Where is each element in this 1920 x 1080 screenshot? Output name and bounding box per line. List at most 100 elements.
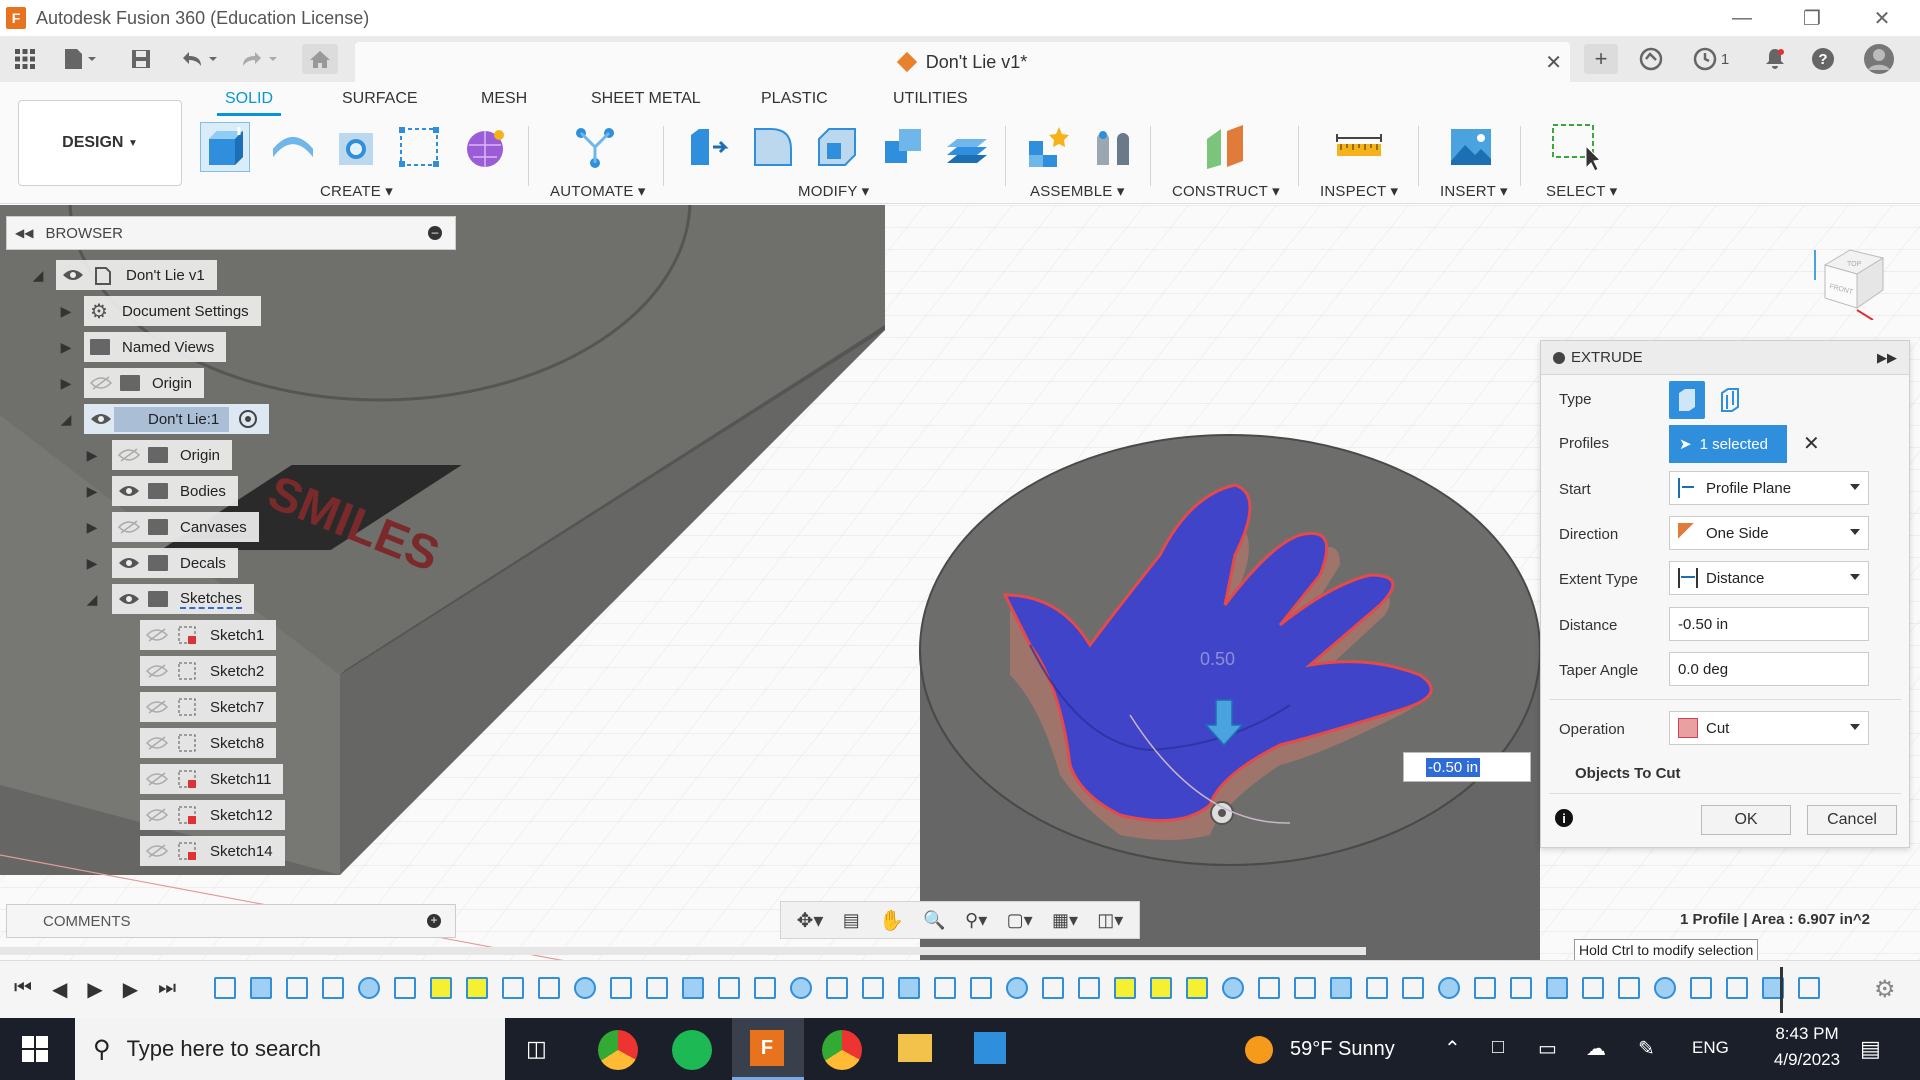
redo-icon[interactable] [236, 44, 282, 74]
viewport-scrollbar[interactable] [0, 947, 1366, 955]
timeline-feature-icon[interactable] [1582, 977, 1604, 999]
taper-angle-field[interactable]: 0.0 deg [1669, 652, 1869, 686]
add-comment-icon[interactable]: + [427, 914, 441, 928]
timeline-feature-icon[interactable] [682, 977, 704, 999]
automate-tool-icon[interactable] [570, 122, 620, 172]
expand-dialog-icon[interactable]: ▶▶ [1877, 350, 1897, 366]
undo-icon[interactable] [176, 44, 222, 74]
fillet-tool-icon[interactable] [748, 122, 798, 172]
timeline-feature-icon[interactable] [1402, 977, 1424, 999]
tab-solid[interactable]: SOLID [216, 90, 282, 116]
taskbar-search[interactable]: ⚲ Type here to search [75, 1018, 505, 1080]
dialog-collapse-icon[interactable] [1553, 351, 1565, 364]
timeline-feature-icon[interactable] [1798, 977, 1820, 999]
timeline-marker[interactable] [1780, 967, 1783, 1013]
shell-tool-icon[interactable] [812, 122, 862, 172]
hole-tool-icon[interactable] [332, 122, 382, 172]
timeline-feature-icon[interactable] [1510, 977, 1532, 999]
fusion-taskbar-active[interactable]: F [732, 1018, 804, 1080]
browser-header[interactable]: ◀◀ BROWSER – [6, 216, 456, 250]
document-tab[interactable]: Don't Lie v1* ✕ [355, 42, 1570, 82]
tab-sheet-metal[interactable]: SHEET METAL [591, 90, 701, 108]
tray-app-icon[interactable]: □ [1492, 1036, 1504, 1059]
timeline-feature-icon[interactable] [754, 977, 776, 999]
extensions-icon[interactable] [1634, 44, 1668, 74]
extrude-header[interactable]: EXTRUDE ▶▶ [1541, 341, 1909, 375]
timeline-feature-icon[interactable] [1618, 977, 1640, 999]
select-window-tool-icon[interactable] [1550, 122, 1600, 172]
type-extrude-button[interactable] [1669, 381, 1705, 419]
direction-dropdown[interactable]: One Side [1669, 516, 1869, 550]
group-select[interactable]: SELECT ▾ [1546, 182, 1617, 200]
timeline-feature-icon[interactable] [466, 977, 488, 999]
timeline-feature-icon[interactable] [646, 977, 668, 999]
sketch-row[interactable]: Sketch1 [140, 620, 277, 650]
timeline-feature-icon[interactable] [718, 977, 740, 999]
notification-center-icon[interactable]: ▤ [1860, 1036, 1881, 1062]
cancel-button[interactable]: Cancel [1807, 805, 1897, 835]
timeline-feature-icon[interactable] [1114, 977, 1136, 999]
ok-button[interactable]: OK [1701, 805, 1791, 835]
job-status-icon[interactable]: 1 [1686, 44, 1736, 74]
timeline-feature-icon[interactable] [358, 977, 380, 999]
tree-sketches[interactable]: ◢ Sketches [84, 584, 254, 614]
viewcube[interactable]: TOP FRONT [1805, 230, 1895, 321]
windows-start-icon[interactable] [22, 1036, 48, 1062]
start-dropdown[interactable]: Profile Plane [1669, 471, 1869, 505]
tree-canvases[interactable]: ▶ Canvases [84, 512, 259, 542]
timeline-feature-icon[interactable] [934, 977, 956, 999]
combine-tool-icon[interactable] [878, 122, 928, 172]
minimize-button[interactable]: — [1712, 0, 1772, 36]
sketch-row[interactable]: Sketch7 [140, 692, 277, 722]
timeline-feature-icon[interactable] [610, 977, 632, 999]
battery-icon[interactable]: ▭ [1538, 1036, 1557, 1061]
timeline-feature-icon[interactable] [862, 977, 884, 999]
offset-face-tool-icon[interactable] [942, 122, 992, 172]
timeline-feature-icon[interactable] [1654, 977, 1676, 999]
close-window-button[interactable]: ✕ [1852, 0, 1912, 36]
info-icon[interactable]: i [1555, 809, 1573, 827]
group-inspect[interactable]: INSPECT ▾ [1320, 182, 1398, 200]
timeline-feature-icon[interactable] [1438, 977, 1460, 999]
tree-bodies[interactable]: ▶ Bodies [84, 476, 238, 506]
tree-origin-top[interactable]: ▶ Origin [58, 368, 205, 398]
data-panel-grid-icon[interactable] [10, 44, 40, 74]
new-component-tool-icon[interactable] [200, 122, 250, 172]
close-tab-icon[interactable]: ✕ [1545, 50, 1562, 75]
create-sketch-tool-icon[interactable] [268, 122, 318, 172]
collapse-chevron-icon[interactable]: ◢ [30, 267, 46, 284]
timeline-feature-icon[interactable] [250, 977, 272, 999]
tab-plastic[interactable]: PLASTIC [761, 90, 828, 108]
tree-named-views[interactable]: ▶ Named Views [58, 332, 227, 362]
clock[interactable]: 8:43 PM 4/9/2023 [1752, 1024, 1862, 1070]
timeline-feature-icon[interactable] [574, 977, 596, 999]
chrome-taskbar-icon[interactable] [598, 1030, 638, 1070]
maximize-button[interactable]: ❐ [1782, 0, 1842, 36]
timeline-feature-icon[interactable] [1006, 977, 1028, 999]
file-explorer-taskbar-icon[interactable] [898, 1034, 932, 1062]
new-component-assemble-icon[interactable] [1022, 122, 1072, 172]
tree-origin[interactable]: ▶ Origin [84, 440, 233, 470]
group-construct[interactable]: CONSTRUCT ▾ [1172, 182, 1280, 200]
form-tool-icon[interactable] [460, 122, 510, 172]
timeline-feature-icon[interactable] [1366, 977, 1388, 999]
orbit-icon[interactable]: ✥▾ [797, 908, 824, 933]
tab-utilities[interactable]: UTILITIES [893, 90, 968, 108]
sketch-row[interactable]: Sketch8 [140, 728, 277, 758]
help-icon[interactable]: ? [1808, 44, 1838, 74]
timeline-feature-icon[interactable] [538, 977, 560, 999]
pen-icon[interactable]: ✎ [1638, 1036, 1655, 1061]
go-to-end-icon[interactable]: ⏭ [158, 977, 176, 1002]
grid-settings-icon[interactable]: ▦▾ [1052, 910, 1078, 931]
timeline-feature-icon[interactable] [1150, 977, 1172, 999]
group-create[interactable]: CREATE ▾ [320, 182, 393, 200]
notifications-bell-icon[interactable] [1760, 44, 1790, 74]
look-at-icon[interactable]: ▤ [843, 910, 860, 931]
language-indicator[interactable]: ENG [1692, 1038, 1729, 1058]
chrome-profile-taskbar-icon[interactable] [822, 1030, 862, 1070]
clear-selection-icon[interactable]: ✕ [1803, 431, 1820, 456]
insert-image-tool-icon[interactable] [1446, 122, 1496, 172]
display-settings-icon[interactable]: ▢▾ [1007, 910, 1033, 931]
timeline-feature-icon[interactable] [898, 977, 920, 999]
timeline-feature-icon[interactable] [1474, 977, 1496, 999]
